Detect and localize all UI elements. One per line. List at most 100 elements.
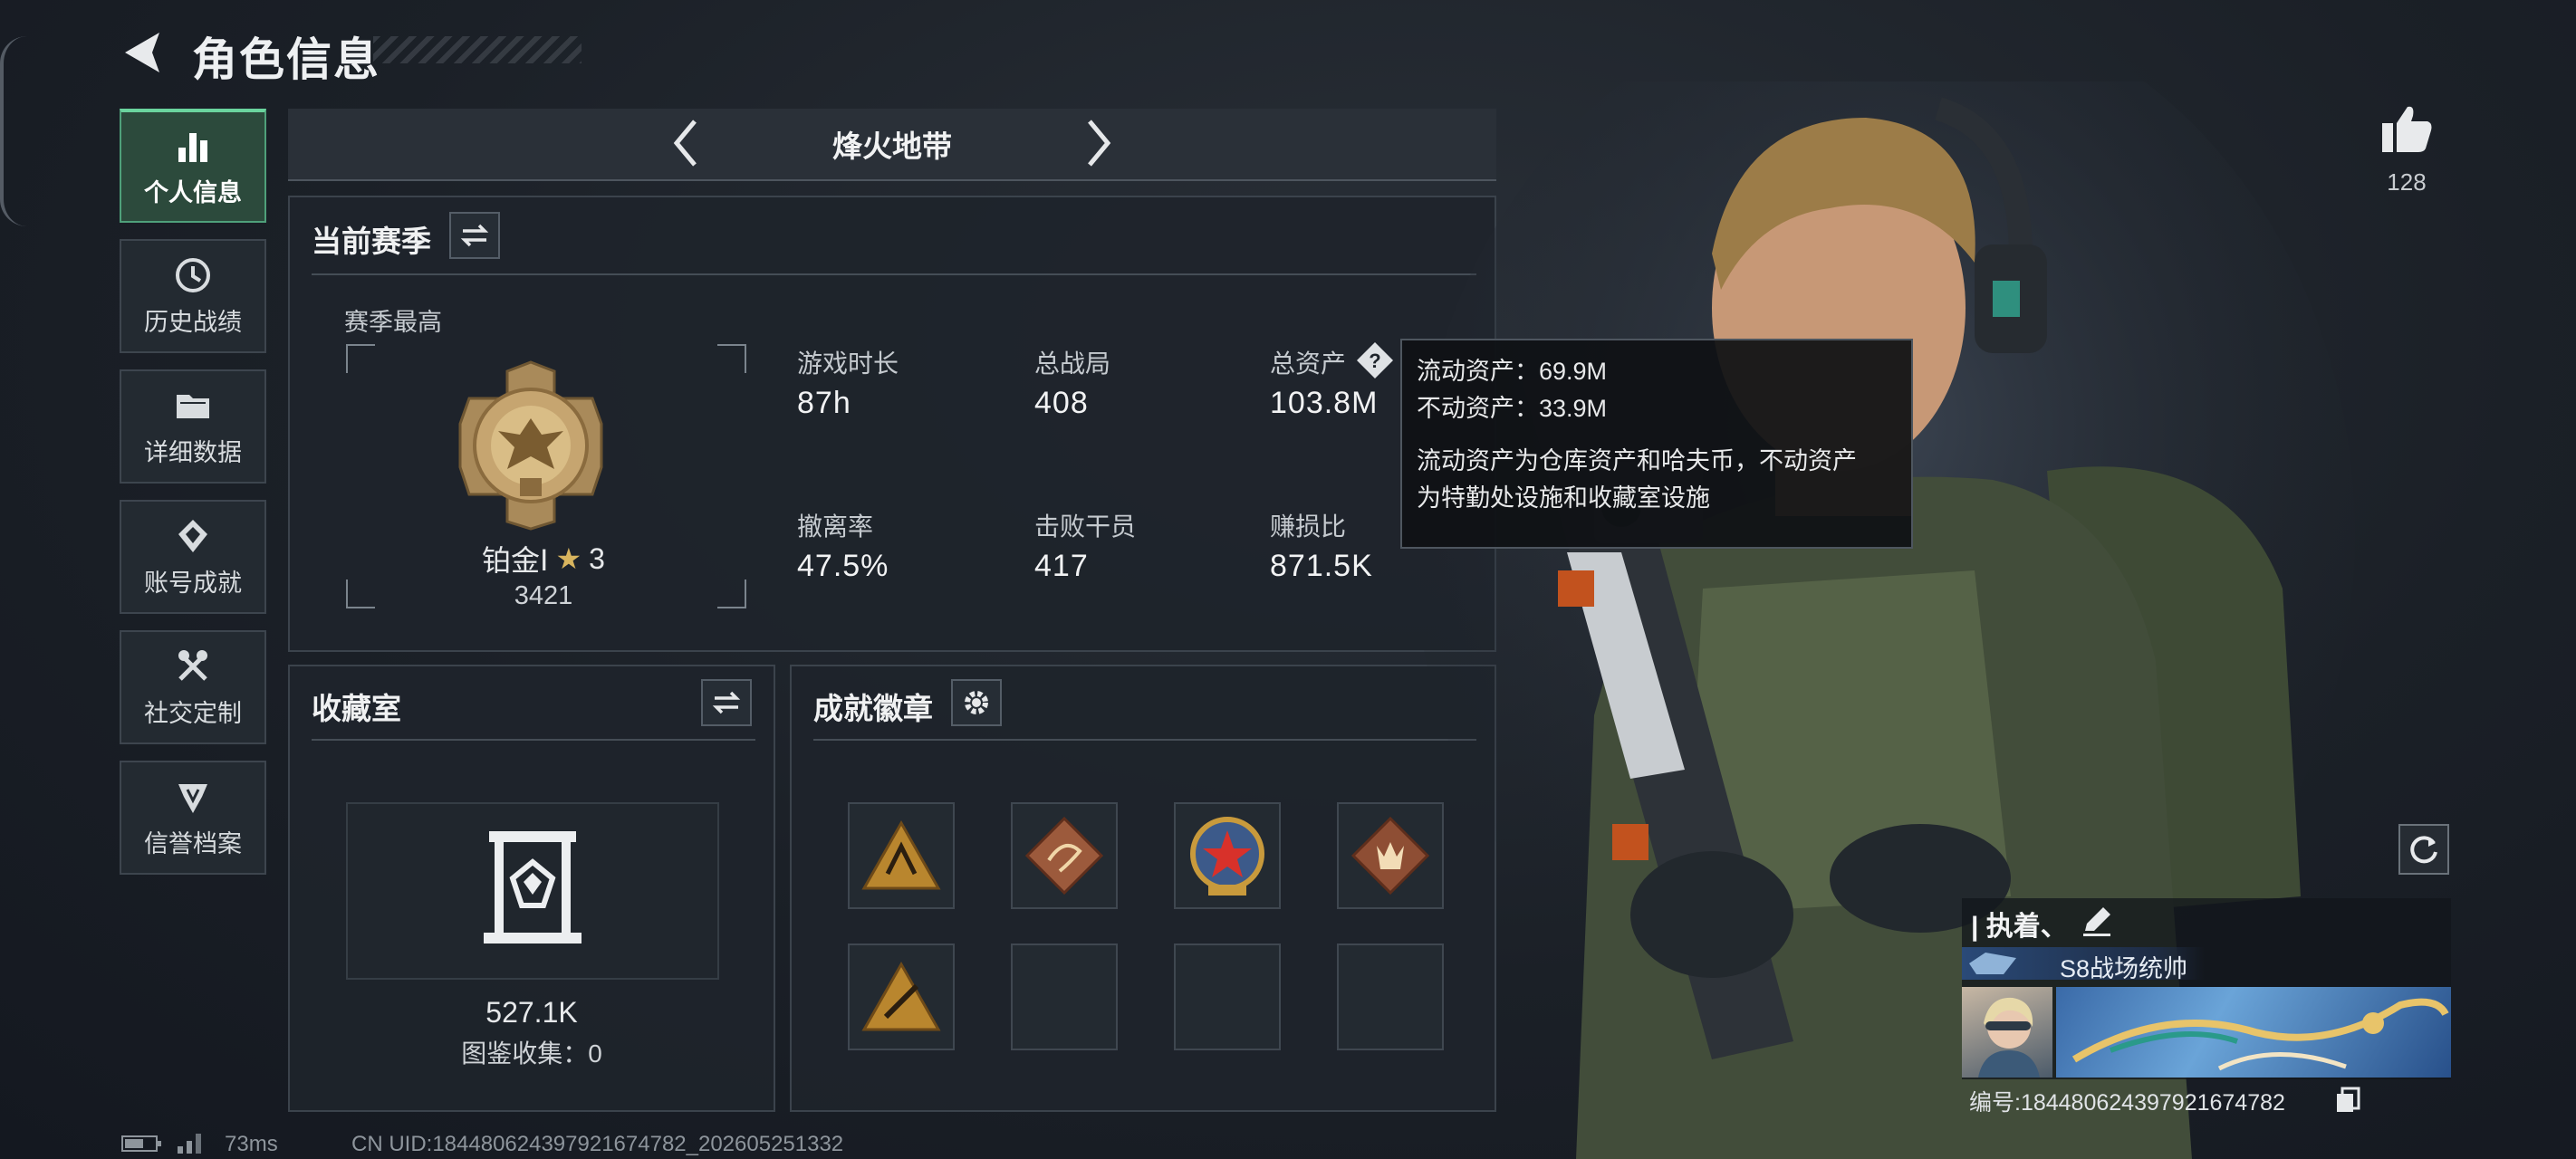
assets-tooltip: 流动资产：69.9M 不动资产：33.9M 流动资产为仓库资产和哈夫币，不动资产… <box>1400 339 1913 549</box>
collection-value: 527.1K <box>485 996 578 1029</box>
sidebar-item-details[interactable]: 详细数据 <box>120 369 266 484</box>
frame-corner <box>717 580 746 608</box>
season-title: 当前赛季 <box>312 225 431 258</box>
stat-value-kills: 417 <box>1034 549 1089 583</box>
frame-corner <box>346 580 375 608</box>
phoenix-banner-icon <box>2071 998 2449 1071</box>
sidebar-item-label: 详细数据 <box>144 438 242 466</box>
svg-text:?: ? <box>1369 350 1380 372</box>
sidebar-item-label: 信誉档案 <box>144 829 242 857</box>
decorative-arc <box>0 36 31 226</box>
back-button[interactable] <box>116 25 167 80</box>
rank-score: 3421 <box>514 581 573 610</box>
collection-title: 收藏室 <box>312 692 401 725</box>
sidebar-item-social[interactable]: 社交定制 <box>120 630 266 744</box>
tooltip-note-line2: 为特勤处设施和收藏室设施 <box>1417 484 1710 512</box>
rank-stars: 3 <box>589 541 605 575</box>
badges-divider <box>813 739 1476 741</box>
stat-label-matches: 总战局 <box>1034 350 1111 378</box>
uid-text: CN UID:18448062439792167​4782_2026052513… <box>351 1132 844 1156</box>
mode-prev-button[interactable] <box>658 116 712 170</box>
badge-slot-empty[interactable] <box>1011 943 1118 1050</box>
badge-slot[interactable] <box>1011 802 1118 909</box>
refresh-icon <box>2410 836 2437 864</box>
signal-icon <box>178 1134 201 1154</box>
swap-icon <box>460 224 489 247</box>
title-emblem-icon <box>1969 953 2016 974</box>
sidebar-item-label: 个人信息 <box>144 178 242 206</box>
page-title: 角色信息 <box>192 34 380 85</box>
mode-title: 烽火地带 <box>832 129 952 163</box>
help-icon[interactable]: ? <box>1355 340 1395 385</box>
stat-value-matches: 408 <box>1034 386 1089 420</box>
badge-slot[interactable] <box>848 943 955 1050</box>
season-best-label: 赛季最高 <box>344 309 442 336</box>
stat-label-kills: 击败干员 <box>1034 512 1137 541</box>
sidebar-item-achievements[interactable]: 账号成就 <box>120 500 266 614</box>
back-arrow-icon <box>125 33 159 72</box>
battery-icon <box>121 1135 161 1152</box>
badge-dragon-icon <box>1024 816 1104 896</box>
collection-divider <box>312 739 755 741</box>
badge-star-shield-icon <box>1190 817 1264 896</box>
badge-slot[interactable] <box>848 802 955 909</box>
star-icon: ★ <box>555 542 582 575</box>
refresh-button[interactable] <box>2398 824 2449 875</box>
achievement-icon <box>178 519 207 552</box>
avatar[interactable] <box>1962 987 2052 1078</box>
frame-corner <box>717 344 746 373</box>
season-panel: 当前赛季 赛季最高 铂金Ⅰ ★ 3 3421 游戏时长 87h 总战局 408 … <box>288 196 1496 652</box>
profile-status: | 执着、 <box>1971 912 2068 942</box>
tools-icon <box>178 649 207 681</box>
pencil-icon <box>2083 907 2110 936</box>
stat-label-playtime: 游戏时长 <box>797 350 899 378</box>
folder-icon <box>177 394 209 418</box>
rank-medal-icon <box>458 360 603 531</box>
collection-panel[interactable]: 收藏室 527.1K 图鉴收集：0 <box>288 665 775 1112</box>
rank-name: 铂金Ⅰ <box>482 544 549 577</box>
sidebar-item-personal-info[interactable]: 个人信息 <box>120 109 266 223</box>
season-divider <box>312 273 1476 275</box>
badges-title: 成就徽章 <box>813 692 933 725</box>
collection-switch-button[interactable] <box>701 679 752 726</box>
tooltip-note-line1: 流动资产为仓库资产和哈夫币，不动资产 <box>1417 447 1857 474</box>
frame-corner <box>346 344 375 373</box>
badge-triangle-icon <box>861 961 941 1031</box>
swap-icon <box>712 691 741 714</box>
history-icon <box>176 257 210 292</box>
badges-settings-button[interactable] <box>951 679 1002 726</box>
copy-icon <box>2337 1087 2360 1112</box>
thumbs-up-icon <box>2382 106 2432 152</box>
sidebar-item-label: 历史战绩 <box>144 308 242 336</box>
sidebar-item-label: 社交定制 <box>144 699 242 727</box>
badge-slot[interactable] <box>1174 802 1281 909</box>
badge-slot-empty[interactable] <box>1174 943 1281 1050</box>
credit-icon <box>178 783 207 813</box>
stat-label-profit-ratio: 赚损比 <box>1270 512 1347 541</box>
gear-icon <box>965 691 988 714</box>
profile-id: 编号:18448062439792167​4782 <box>1969 1090 2285 1116</box>
stat-label-total-assets: 总资产 <box>1270 350 1347 378</box>
like-button[interactable] <box>2380 103 2433 158</box>
collection-count: 图鉴收集：0 <box>461 1039 602 1068</box>
stat-value-profit-ratio: 871.5K <box>1270 549 1373 583</box>
badges-panel: 成就徽章 <box>790 665 1496 1112</box>
chevron-right-icon <box>1088 120 1111 167</box>
season-switch-button[interactable] <box>449 212 500 259</box>
bar-chart-icon <box>178 132 207 162</box>
stat-value-extract-rate: 47.5% <box>797 549 889 583</box>
copy-id-button[interactable] <box>2335 1087 2360 1118</box>
like-count: 128 <box>2387 168 2427 196</box>
sidebar-item-credit[interactable]: 信誉档案 <box>120 761 266 875</box>
sidebar-item-history[interactable]: 历史战绩 <box>120 239 266 353</box>
mode-next-button[interactable] <box>1072 116 1127 170</box>
stat-value-total-assets: 103.8M <box>1270 386 1379 420</box>
edit-status-button[interactable] <box>2080 904 2114 943</box>
stat-value-playtime: 87h <box>797 386 851 420</box>
vault-icon <box>484 831 582 943</box>
tooltip-fixed-assets: 不动资产：33.9M <box>1417 394 1608 422</box>
chevron-left-icon <box>673 120 697 167</box>
badge-triangle-icon <box>861 819 941 890</box>
mode-selector: 烽火地带 <box>288 109 1496 181</box>
stat-label-extract-rate: 撤离率 <box>797 512 874 541</box>
